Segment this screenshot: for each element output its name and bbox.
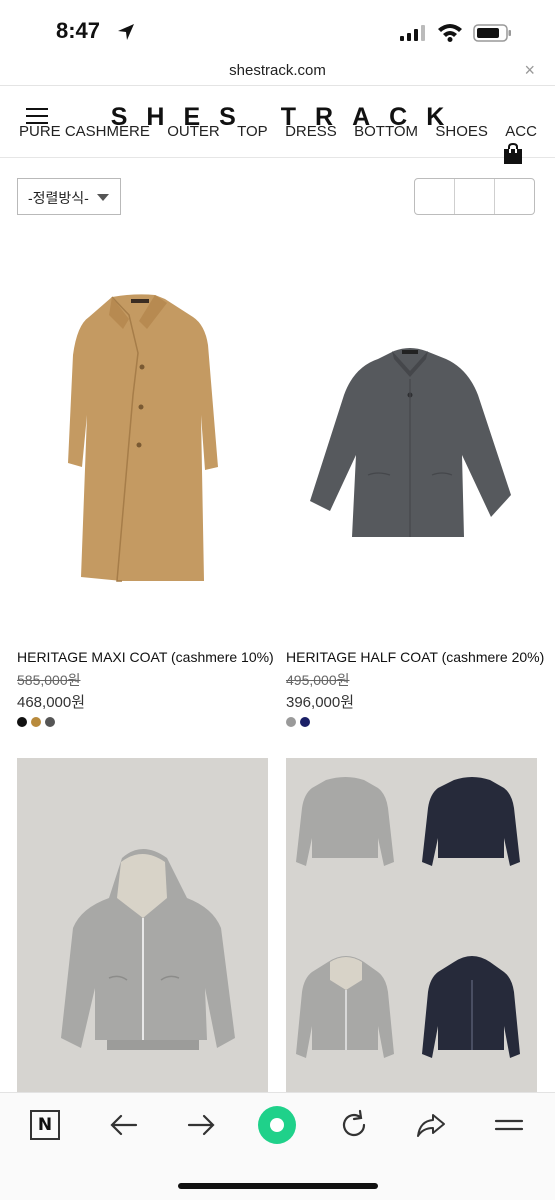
nav-acc[interactable]: ACC bbox=[505, 123, 537, 140]
nav-dress[interactable]: DRESS bbox=[285, 123, 337, 140]
sort-label: -정렬방식- bbox=[28, 190, 89, 206]
sale-price: 468,000원 bbox=[17, 694, 86, 711]
view-option-3[interactable] bbox=[495, 179, 534, 214]
sort-dropdown[interactable]: -정렬방식- bbox=[17, 178, 121, 215]
product-image-sweatshirt-set[interactable] bbox=[286, 758, 537, 1093]
status-time: 8:47 bbox=[56, 18, 101, 43]
browser-url-bar[interactable]: shestrack.com × bbox=[0, 58, 555, 86]
nav-pure-cashmere[interactable]: PURE CASHMERE bbox=[19, 123, 150, 140]
product-name-half-coat[interactable]: HERITAGE HALF COAT (cashmere 20%) bbox=[286, 649, 544, 665]
swatch-camel[interactable] bbox=[31, 717, 41, 727]
nav-bottom[interactable]: BOTTOM bbox=[354, 123, 418, 140]
original-price: 495,000원 bbox=[286, 672, 350, 688]
close-icon[interactable]: × bbox=[524, 60, 535, 81]
product-image-maxi-coat[interactable] bbox=[17, 255, 268, 623]
home-indicator bbox=[178, 1183, 378, 1189]
nav-outer[interactable]: OUTER bbox=[167, 123, 220, 140]
swatch-charcoal[interactable] bbox=[45, 717, 55, 727]
original-price: 585,000원 bbox=[17, 672, 81, 688]
nav-shoes[interactable]: SHOES bbox=[435, 123, 488, 140]
menu-icon[interactable] bbox=[493, 1109, 525, 1141]
color-swatches bbox=[17, 717, 55, 727]
forward-arrow-icon[interactable] bbox=[185, 1109, 217, 1141]
swatch-gray[interactable] bbox=[286, 717, 296, 727]
status-bar: 8:47 bbox=[0, 0, 555, 60]
signal-icon bbox=[400, 25, 425, 41]
view-option-2[interactable] bbox=[455, 179, 495, 214]
product-image-zip-hoodie[interactable] bbox=[17, 758, 268, 1093]
share-icon[interactable] bbox=[415, 1109, 447, 1141]
shopping-bag-icon[interactable] bbox=[503, 143, 523, 165]
chevron-down-icon bbox=[97, 194, 109, 201]
back-arrow-icon[interactable] bbox=[108, 1109, 140, 1141]
home-circle-icon[interactable] bbox=[257, 1105, 297, 1145]
grid-view-toggle bbox=[414, 178, 535, 215]
sale-price: 396,000원 bbox=[286, 694, 355, 711]
swatch-black[interactable] bbox=[17, 717, 27, 727]
url-text[interactable]: shestrack.com bbox=[0, 62, 555, 79]
wifi-icon bbox=[438, 24, 462, 42]
product-name-maxi-coat[interactable]: HERITAGE MAXI COAT (cashmere 10%) bbox=[17, 649, 274, 665]
site-header: SHES TRACK PURE CASHMERE OUTER TOP DRESS… bbox=[0, 86, 555, 164]
location-arrow-icon bbox=[118, 24, 134, 40]
color-swatches bbox=[286, 717, 310, 727]
naver-n-icon[interactable]: N bbox=[30, 1110, 60, 1140]
product-image-half-coat[interactable] bbox=[286, 255, 537, 623]
nav-top[interactable]: TOP bbox=[237, 123, 268, 140]
category-nav: PURE CASHMERE OUTER TOP DRESS BOTTOM SHO… bbox=[19, 123, 537, 140]
refresh-icon[interactable] bbox=[338, 1109, 370, 1141]
view-option-1[interactable] bbox=[415, 179, 455, 214]
battery-icon bbox=[473, 24, 511, 42]
swatch-navy[interactable] bbox=[300, 717, 310, 727]
